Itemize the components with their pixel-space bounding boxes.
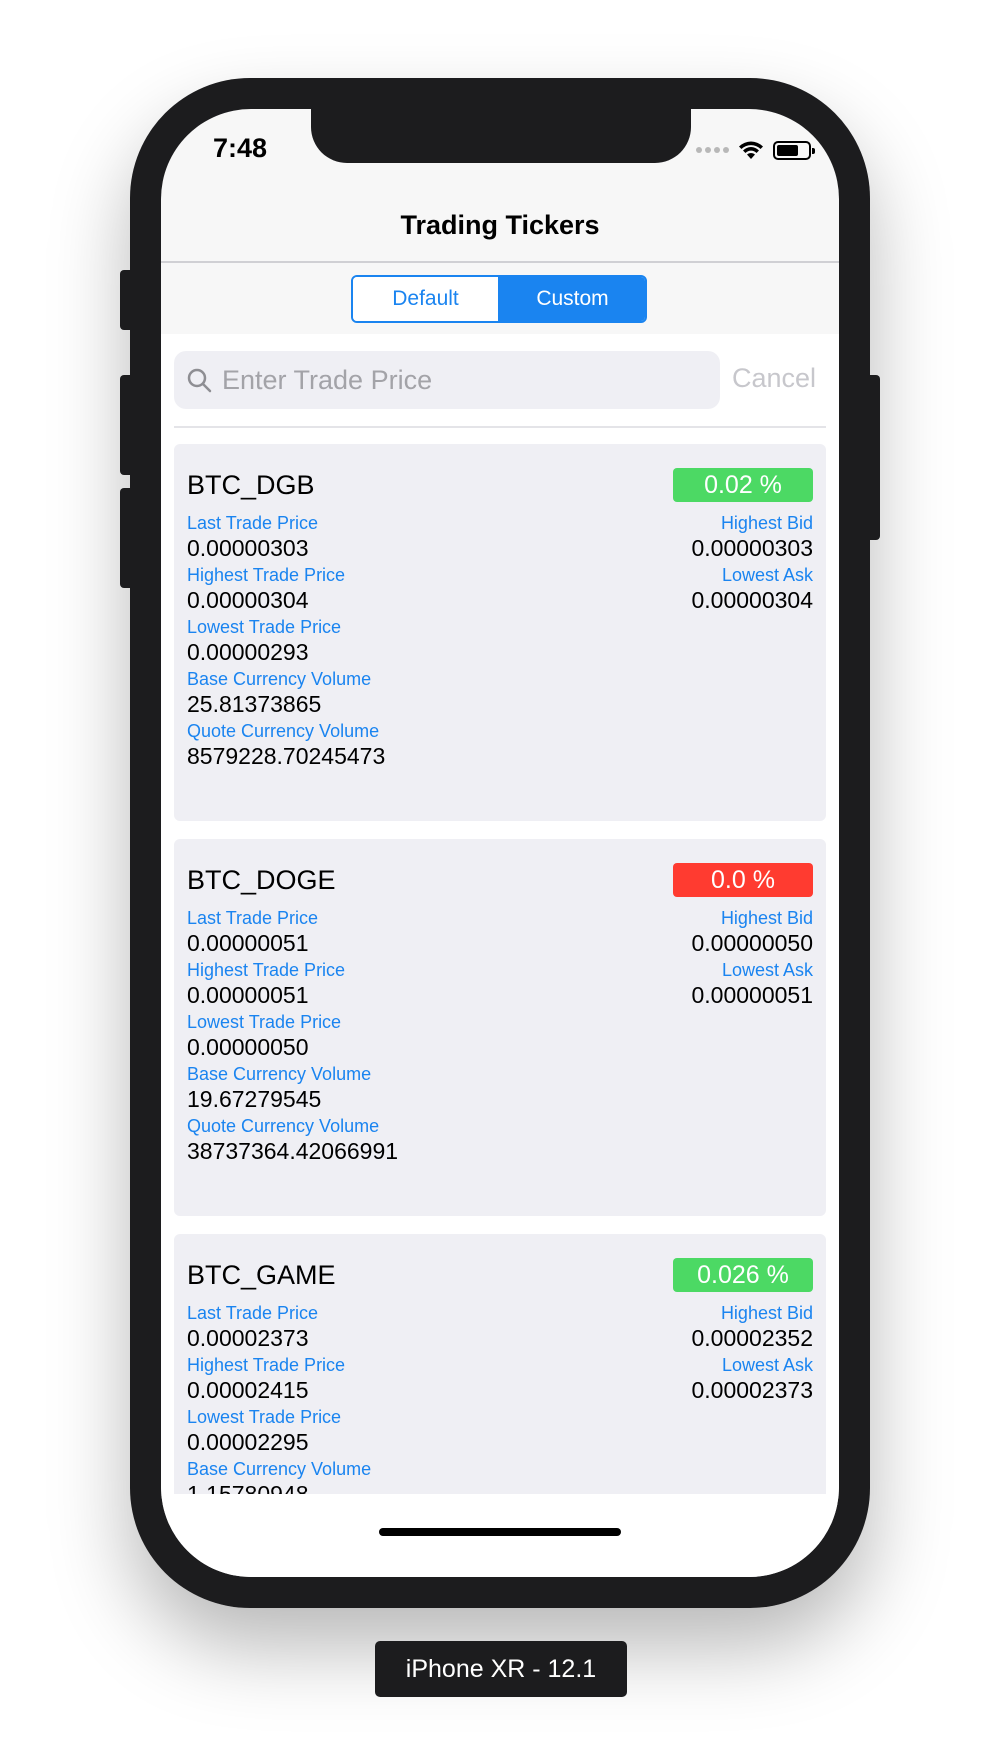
segment-default[interactable]: Default — [353, 277, 498, 321]
field-label: Base Currency Volume — [187, 1459, 372, 1479]
segmented-control: Default Custom — [351, 275, 647, 323]
field-value: 1.15780948 — [187, 1481, 309, 1494]
last-trade-price: Last Trade Price 0.00000303 — [187, 512, 318, 562]
ticker-symbol: BTC_DGB — [187, 470, 315, 500]
field-value: 0.00000304 — [691, 587, 813, 613]
lowest-ask: Lowest Ask 0.00002373 — [691, 1354, 813, 1404]
navigation-bar: Trading Tickers — [161, 189, 839, 263]
field-value: 0.00000304 — [187, 587, 309, 613]
ticker-card[interactable]: BTC_DGB 0.02 % Last Trade Price 0.000003… — [174, 444, 826, 821]
change-badge: 0.0 % — [673, 863, 813, 897]
field-label: Lowest Ask — [721, 565, 813, 585]
base-currency-volume: Base Currency Volume 1.15780948 — [187, 1458, 371, 1494]
highest-trade-price: Highest Trade Price 0.00002415 — [187, 1354, 345, 1404]
cancel-button[interactable]: Cancel — [732, 363, 816, 394]
field-label: Quote Currency Volume — [187, 721, 380, 741]
ticker-symbol: BTC_DOGE — [187, 865, 336, 895]
home-indicator[interactable] — [379, 1528, 621, 1536]
field-label: Lowest Trade Price — [187, 617, 342, 637]
base-currency-volume: Base Currency Volume 25.81373865 — [187, 668, 371, 718]
field-value: 8579228.70245473 — [187, 743, 386, 769]
change-badge: 0.026 % — [673, 1258, 813, 1292]
status-icons — [696, 139, 815, 161]
ticker-symbol: BTC_GAME — [187, 1260, 336, 1290]
segment-custom[interactable]: Custom — [498, 277, 645, 321]
field-label: Last Trade Price — [187, 513, 319, 533]
lowest-ask: Lowest Ask 0.00000304 — [691, 564, 813, 614]
field-value: 38737364.42066991 — [187, 1138, 399, 1164]
segment-area: Default Custom — [161, 264, 839, 334]
status-time: 7:48 — [213, 133, 268, 163]
field-label: Lowest Ask — [721, 960, 813, 980]
field-label: Base Currency Volume — [187, 669, 372, 689]
field-label: Base Currency Volume — [187, 1064, 372, 1084]
field-value: 0.00000293 — [187, 639, 309, 665]
wifi-icon — [739, 141, 763, 159]
last-trade-price: Last Trade Price 0.00002373 — [187, 1302, 318, 1352]
highest-bid: Highest Bid 0.00000303 — [691, 512, 813, 562]
field-value: 0.00000303 — [691, 535, 813, 561]
ticker-card[interactable]: BTC_DOGE 0.0 % Last Trade Price 0.000000… — [174, 839, 826, 1216]
quote-currency-volume: Quote Currency Volume 8579228.70245473 — [187, 720, 385, 770]
lowest-trade-price: Lowest Trade Price 0.00000050 — [187, 1011, 341, 1061]
page-title: Trading Tickers — [400, 209, 600, 240]
divider — [174, 426, 826, 428]
lowest-trade-price: Lowest Trade Price 0.00000293 — [187, 616, 341, 666]
quote-currency-volume: Quote Currency Volume 38737364.42066991 — [187, 1115, 398, 1165]
lowest-trade-price: Lowest Trade Price 0.00002295 — [187, 1406, 341, 1456]
field-label: Highest Bid — [720, 1303, 813, 1323]
field-value: 19.67279545 — [187, 1086, 322, 1112]
field-value: 0.00002373 — [691, 1377, 813, 1403]
field-value: 0.00000050 — [187, 1034, 309, 1060]
field-value: 0.00002295 — [187, 1429, 309, 1455]
ticker-list[interactable]: Cancel BTC_DGB 0.02 % Last Trade Price 0… — [161, 334, 839, 1494]
field-label: Last Trade Price — [187, 1303, 319, 1323]
field-value: 0.00002415 — [187, 1377, 309, 1403]
field-label: Highest Trade Price — [187, 565, 346, 585]
field-value: 0.00002352 — [691, 1325, 813, 1351]
ticker-card[interactable]: BTC_GAME 0.026 % Last Trade Price 0.0000… — [174, 1234, 826, 1494]
field-value: 0.00000051 — [691, 982, 813, 1008]
highest-trade-price: Highest Trade Price 0.00000304 — [187, 564, 345, 614]
notch — [311, 109, 691, 163]
highest-bid: Highest Bid 0.00000050 — [691, 907, 813, 957]
field-label: Lowest Trade Price — [187, 1407, 342, 1427]
field-value: 0.00000303 — [187, 535, 309, 561]
search-icon — [187, 368, 212, 393]
cellular-signal-icon — [696, 147, 729, 153]
field-label: Lowest Trade Price — [187, 1012, 342, 1032]
field-value: 0.00000050 — [691, 930, 813, 956]
search-field[interactable] — [174, 351, 720, 409]
highest-bid: Highest Bid 0.00002352 — [691, 1302, 813, 1352]
change-badge: 0.02 % — [673, 468, 813, 502]
field-label: Last Trade Price — [187, 908, 319, 928]
screen: 7:48 Trading Tickers Default Custom Ente… — [161, 109, 839, 1577]
field-value: 25.81373865 — [187, 691, 322, 717]
field-label: Highest Trade Price — [187, 960, 346, 980]
last-trade-price: Last Trade Price 0.00000051 — [187, 907, 318, 957]
field-value: 0.00002373 — [187, 1325, 309, 1351]
field-label: Lowest Ask — [721, 1355, 813, 1375]
highest-trade-price: Highest Trade Price 0.00000051 — [187, 959, 345, 1009]
field-label: Highest Bid — [720, 908, 813, 928]
device-label: iPhone XR - 12.1 — [375, 1641, 627, 1697]
field-value: 0.00000051 — [187, 982, 309, 1008]
search-input[interactable] — [222, 364, 702, 396]
base-currency-volume: Base Currency Volume 19.67279545 — [187, 1063, 371, 1113]
battery-icon — [773, 140, 815, 160]
search-bar: Cancel — [174, 351, 826, 409]
field-value: 0.00000051 — [187, 930, 309, 956]
lowest-ask: Lowest Ask 0.00000051 — [691, 959, 813, 1009]
home-indicator-area — [161, 1494, 839, 1577]
field-label: Highest Bid — [720, 513, 813, 533]
field-label: Highest Trade Price — [187, 1355, 346, 1375]
field-label: Quote Currency Volume — [187, 1116, 380, 1136]
